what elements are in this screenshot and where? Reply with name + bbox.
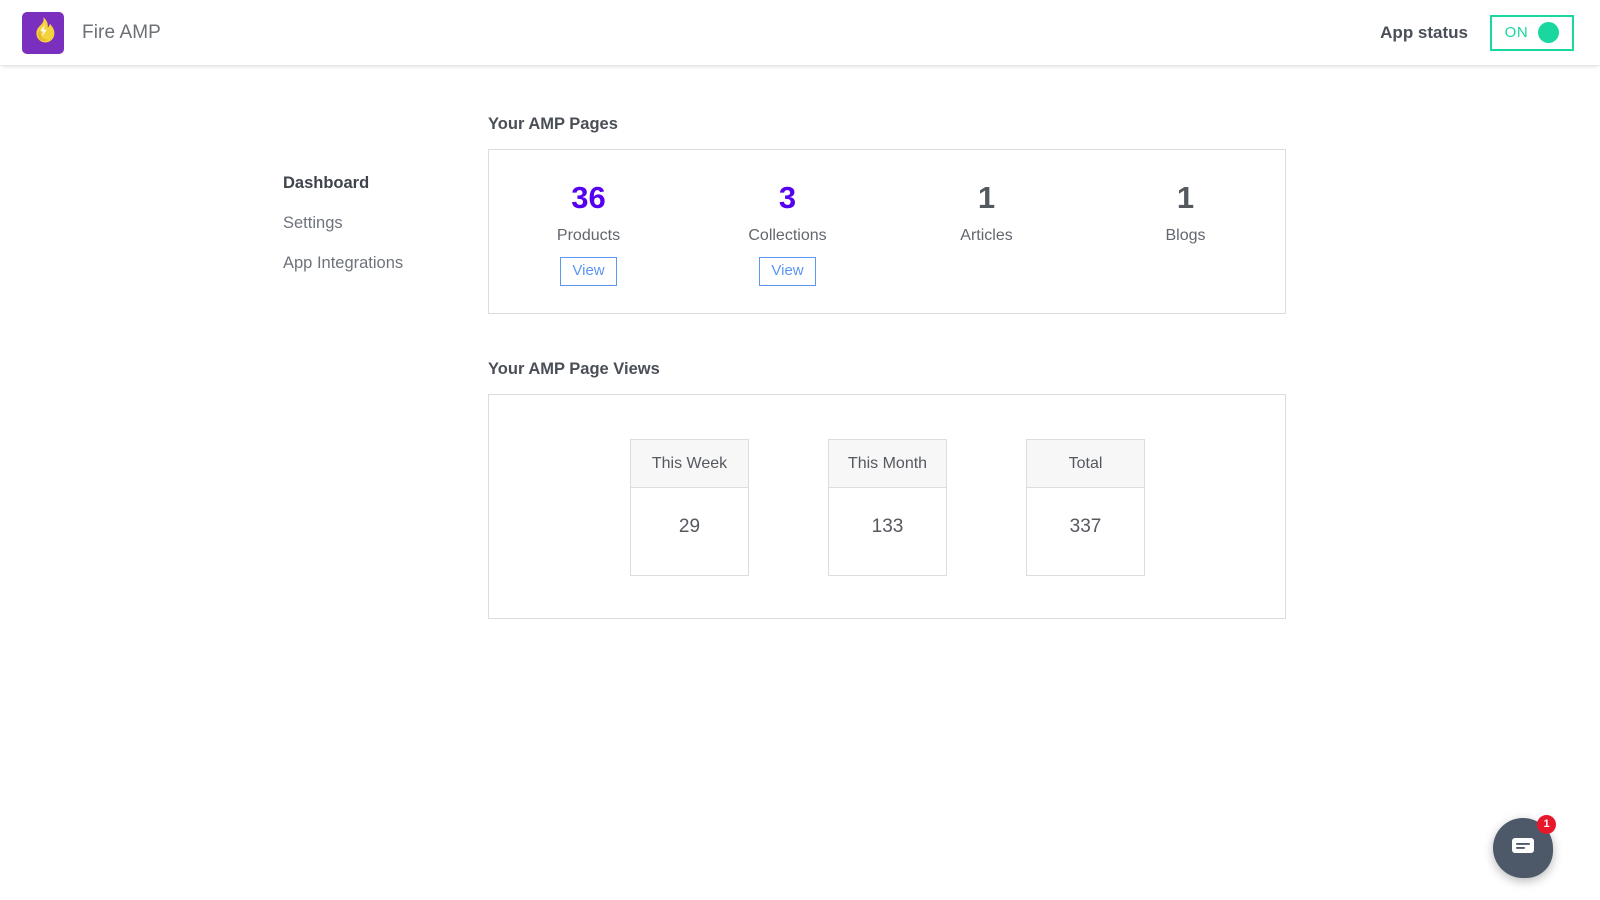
chat-bubble-icon — [1510, 835, 1536, 862]
stat-value: 36 — [489, 182, 688, 213]
amp-page-views-title: Your AMP Page Views — [488, 360, 1540, 379]
sidebar-item-dashboard[interactable]: Dashboard — [283, 174, 488, 194]
amp-pages-title: Your AMP Pages — [488, 115, 1540, 134]
view-collections-button[interactable]: View — [759, 257, 815, 286]
stat-value: 1 — [1086, 182, 1285, 213]
view-products-button[interactable]: View — [560, 257, 616, 286]
app-status-toggle[interactable]: ON — [1490, 15, 1574, 51]
toggle-knob-icon — [1538, 22, 1559, 43]
app-logo — [22, 12, 64, 54]
sidebar-item-label: Dashboard — [283, 174, 369, 192]
table-value-cell: 337 — [1027, 488, 1145, 576]
table-value-cell: 29 — [631, 488, 749, 576]
amp-pages-stats: 36 Products View 3 Collections View — [489, 150, 1285, 313]
page-views-table-this-month: This Month 133 — [828, 439, 947, 576]
amp-page-views-section: Your AMP Page Views This Week 29 This Mo… — [488, 360, 1540, 619]
page-views-table-total: Total 337 — [1026, 439, 1145, 576]
page-views-table-this-week: This Week 29 — [630, 439, 749, 576]
app-header: Fire AMP App status ON — [0, 0, 1600, 66]
table-value-cell: 133 — [829, 488, 947, 576]
sidebar-item-label: App Integrations — [283, 254, 403, 272]
amp-pages-card: 36 Products View 3 Collections View — [488, 149, 1286, 314]
sidebar-item-app-integrations[interactable]: App Integrations — [283, 254, 488, 274]
chat-widget[interactable]: 1 — [1493, 818, 1553, 878]
sidebar-nav: Dashboard Settings App Integrations — [0, 115, 488, 619]
table-header-cell: This Month — [829, 440, 947, 488]
amp-pages-section: Your AMP Pages 36 Products View 3 Collec… — [488, 115, 1540, 314]
stat-value: 1 — [887, 182, 1086, 213]
table-header-cell: Total — [1027, 440, 1145, 488]
stat-products: 36 Products View — [489, 182, 688, 285]
stat-label: Collections — [688, 227, 887, 245]
brand: Fire AMP — [22, 12, 161, 54]
app-status-toggle-label: ON — [1505, 24, 1529, 41]
app-status-label: App status — [1380, 23, 1468, 43]
stat-label: Blogs — [1086, 227, 1285, 245]
brand-name: Fire AMP — [82, 22, 161, 44]
stat-label: Articles — [887, 227, 1086, 245]
fire-flame-icon — [30, 16, 56, 49]
stat-collections: 3 Collections View — [688, 182, 887, 285]
stat-value: 3 — [688, 182, 887, 213]
main-content: Your AMP Pages 36 Products View 3 Collec… — [488, 115, 1600, 619]
amp-page-views-card: This Week 29 This Month 133 Total 337 — [488, 394, 1286, 619]
stat-label: Products — [489, 227, 688, 245]
app-status-group: App status ON — [1380, 15, 1578, 51]
sidebar-item-settings[interactable]: Settings — [283, 214, 488, 234]
stat-articles: 1 Articles — [887, 182, 1086, 285]
page-body: Dashboard Settings App Integrations Your… — [0, 66, 1600, 619]
chat-unread-badge: 1 — [1537, 815, 1556, 834]
stat-blogs: 1 Blogs — [1086, 182, 1285, 285]
page-views-tables: This Week 29 This Month 133 Total 337 — [489, 439, 1285, 576]
sidebar-item-label: Settings — [283, 214, 343, 232]
table-header-cell: This Week — [631, 440, 749, 488]
